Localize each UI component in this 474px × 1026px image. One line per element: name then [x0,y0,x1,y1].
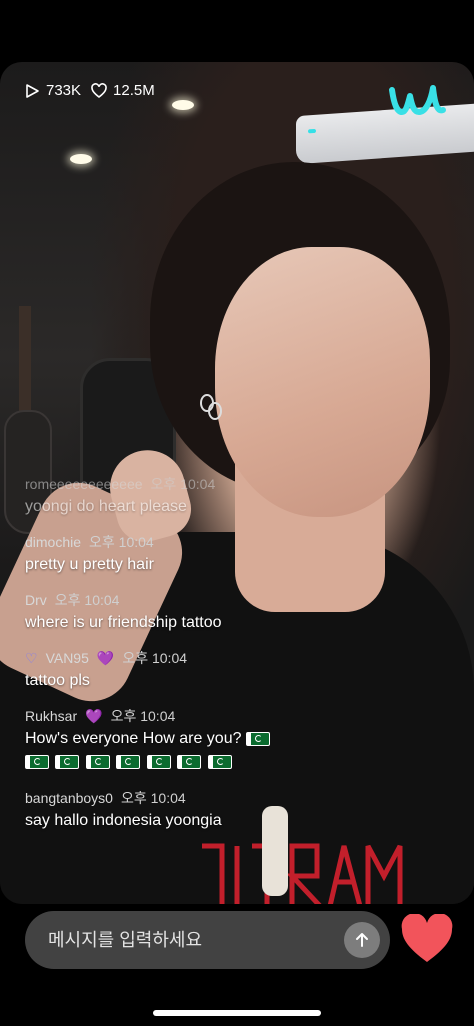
chat-list: romeeeeeeeeeeee 오후 10:04 yoongi do heart … [25,475,455,847]
pakistan-flag-icon [25,754,49,769]
ceiling-light [172,100,194,110]
chat-text: say hallo indonesia yoongia [25,812,222,829]
chat-text: yoongi do heart please [25,498,187,515]
chat-time: 오후 10:04 [110,708,176,724]
chat-message: Rukhsar 💜 오후 10:04 How's everyone How ar… [25,707,455,773]
chat-message: romeeeeeeeeeeee 오후 10:04 yoongi do heart … [25,475,455,517]
message-input[interactable] [25,928,344,952]
verified-badge-icon: ♡ [25,649,38,666]
chat-username[interactable]: Rukhsar [25,708,77,724]
heart-filled-icon[interactable] [400,914,454,966]
pakistan-flag-icon [116,754,141,769]
pakistan-flag-icon [177,754,202,769]
pakistan-flag-icon [85,754,110,769]
chat-message: dimochie 오후 10:04 pretty u pretty hair [25,533,455,575]
views-count: 733K [46,82,82,99]
likes-stat: 12.5M [91,82,155,99]
ceiling-light [70,154,92,164]
chat-username[interactable]: VAN95 [46,650,89,666]
heart-outline-icon [91,82,107,98]
views-stat: 733K [24,82,81,99]
chat-message: ♡ VAN95 💜 오후 10:04 tattoo pls [25,649,455,691]
earring [208,402,222,420]
send-button[interactable] [344,922,380,958]
chat-username[interactable]: Drv [25,592,47,608]
chat-message: Drv 오후 10:04 where is ur friendship tatto… [25,591,455,633]
pakistan-flag-icon [146,754,171,769]
chat-username[interactable]: dimochie [25,534,81,550]
play-icon [26,83,39,98]
pakistan-flag-icon [245,731,270,746]
chat-username[interactable]: bangtanboys0 [25,790,113,806]
chat-text: tattoo pls [25,672,90,689]
home-indicator [153,1010,321,1016]
purple-heart-icon: 💜 [85,707,103,724]
chat-time: 오후 10:04 [122,650,188,666]
purple-heart-icon: 💜 [96,649,115,666]
chat-time: 오후 10:04 [89,534,154,550]
chat-text: where is ur friendship tattoo [25,614,222,631]
pakistan-flag-icon [207,754,232,769]
chat-time: 오후 10:04 [54,592,120,608]
likes-count: 12.5M [113,82,155,99]
pakistan-flag-icon [55,754,80,769]
chat-username[interactable]: romeeeeeeeeeeee [25,476,143,492]
chat-text: How's everyone How are you? [25,730,242,747]
live-stats: 733K 12.5M [24,82,155,99]
arrow-up-icon [356,933,368,947]
message-composer [25,911,390,969]
guitar-neck [19,306,31,416]
chat-time: 오후 10:04 [120,790,186,806]
chat-text: pretty u pretty hair [25,556,154,573]
flag-emoji-row [25,753,455,773]
weverse-logo [389,85,446,115]
chat-time: 오후 10:04 [150,476,216,492]
chat-message: bangtanboys0 오후 10:04 say hallo indonesia… [25,789,455,831]
